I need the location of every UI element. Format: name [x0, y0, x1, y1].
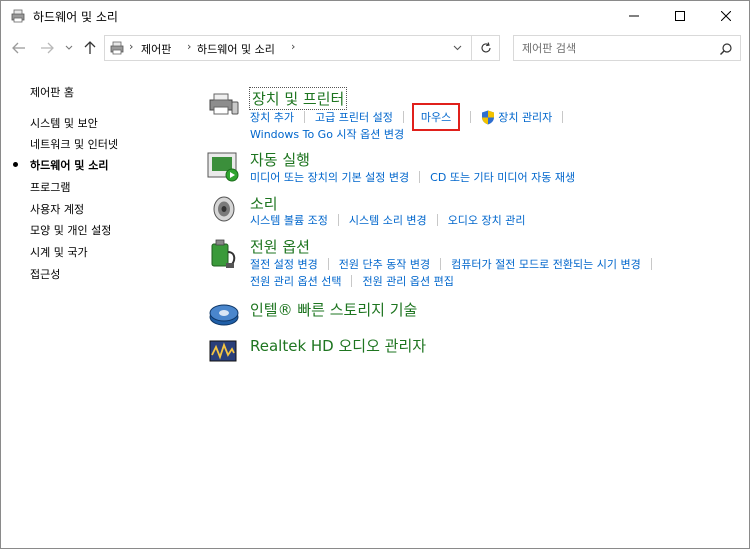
edit-power-plan-link[interactable]: 전원 관리 옵션 편집 — [362, 273, 453, 289]
intel-rst-title[interactable]: 인텔® 빠른 스토리지 기술 — [250, 299, 417, 320]
intel-storage-icon — [206, 297, 242, 333]
title-bar: 하드웨어 및 소리 — [1, 1, 749, 31]
breadcrumb-separator-icon: › — [129, 40, 134, 53]
power-links-row2: 전원 관리 옵션 선택 전원 관리 옵션 편집 — [250, 273, 454, 289]
choose-power-plan-link[interactable]: 전원 관리 옵션 선택 — [250, 273, 341, 289]
address-history-dropdown[interactable] — [445, 36, 469, 60]
breadcrumb-separator-icon: › — [187, 40, 192, 53]
breadcrumb-hardware-sound[interactable]: 하드웨어 및 소리 — [197, 41, 275, 57]
sound-title[interactable]: 소리 — [250, 193, 278, 214]
mouse-link[interactable]: 마우스 — [411, 103, 461, 131]
chevron-down-icon — [453, 45, 461, 51]
power-links: 절전 설정 변경 전원 단추 동작 변경 컴퓨터가 절전 모드로 전환되는 시기… — [250, 256, 662, 272]
search-icon[interactable] — [719, 41, 733, 55]
change-media-defaults-link[interactable]: 미디어 또는 장치의 기본 설정 변경 — [250, 169, 409, 185]
window-title: 하드웨어 및 소리 — [33, 10, 118, 24]
sidebar-item-appearance[interactable]: 모양 및 개인 설정 — [30, 222, 111, 238]
autoplay-title[interactable]: 자동 실행 — [250, 149, 310, 170]
up-button[interactable] — [82, 39, 98, 57]
advanced-printer-setup-link[interactable]: 고급 프린터 설정 — [315, 109, 393, 125]
close-icon — [721, 11, 731, 21]
search-box — [513, 35, 741, 61]
link-divider — [327, 258, 329, 270]
windows-to-go-link[interactable]: Windows To Go 시작 옵션 변경 — [250, 126, 404, 142]
autoplay-icon — [206, 149, 242, 185]
devices-links: 장치 추가 고급 프린터 설정 마우스 장치 관리자 — [250, 103, 573, 131]
manage-audio-devices-link[interactable]: 오디오 장치 관리 — [448, 212, 526, 228]
devices-printers-title[interactable]: 장치 및 프린터 — [248, 87, 348, 110]
hardware-sound-icon — [10, 8, 26, 24]
link-divider — [650, 258, 652, 270]
search-input[interactable] — [522, 40, 712, 56]
breadcrumb-control-panel[interactable]: 제어판 — [141, 41, 171, 57]
sidebar-item-hardware-sound[interactable]: 하드웨어 및 소리 — [30, 157, 109, 173]
breadcrumb-separator-icon: › — [291, 40, 296, 53]
up-arrow-icon — [84, 41, 96, 54]
sidebar-home-link[interactable]: 제어판 홈 — [30, 84, 74, 100]
current-item-bullet-icon — [13, 162, 18, 167]
link-divider — [402, 111, 404, 123]
refresh-icon — [481, 42, 491, 53]
autoplay-links: 미디어 또는 장치의 기본 설정 변경 CD 또는 기타 미디어 자동 재생 — [250, 169, 575, 185]
sidebar-item-clock-region[interactable]: 시계 및 국가 — [30, 244, 88, 260]
add-device-link[interactable]: 장치 추가 — [250, 109, 294, 125]
power-options-title[interactable]: 전원 옵션 — [250, 236, 310, 257]
link-divider — [436, 214, 438, 226]
sidebar-item-programs[interactable]: 프로그램 — [30, 179, 70, 195]
adjust-system-volume-link[interactable]: 시스템 볼륨 조정 — [250, 212, 328, 228]
change-system-sounds-link[interactable]: 시스템 소리 변경 — [349, 212, 427, 228]
link-divider — [351, 275, 353, 287]
control-panel-icon — [109, 40, 125, 56]
sidebar-item-ease-of-access[interactable]: 접근성 — [30, 266, 60, 282]
speaker-icon — [206, 193, 242, 229]
forward-arrow-icon — [41, 42, 54, 54]
devices-printers-icon — [206, 88, 242, 124]
change-sleep-timing-link[interactable]: 컴퓨터가 절전 모드로 전환되는 시기 변경 — [451, 256, 641, 272]
chevron-down-icon — [65, 45, 73, 50]
uac-shield-icon — [481, 110, 495, 125]
forward-button[interactable] — [39, 39, 55, 57]
maximize-icon — [675, 11, 685, 21]
address-bar[interactable]: › 제어판 › 하드웨어 및 소리 › — [104, 35, 500, 61]
minimize-icon — [629, 15, 639, 17]
link-divider — [303, 111, 305, 123]
device-manager-link[interactable]: 장치 관리자 — [498, 109, 552, 125]
back-arrow-icon — [12, 42, 25, 54]
power-options-icon — [206, 236, 242, 272]
minimize-button[interactable] — [611, 1, 657, 31]
link-divider — [470, 111, 472, 123]
refresh-button[interactable] — [471, 36, 500, 60]
link-divider — [337, 214, 339, 226]
link-divider — [440, 258, 442, 270]
change-power-buttons-link[interactable]: 전원 단추 동작 변경 — [339, 256, 430, 272]
change-sleep-settings-link[interactable]: 절전 설정 변경 — [250, 256, 318, 272]
maximize-button[interactable] — [657, 1, 703, 31]
link-divider — [419, 171, 421, 183]
realtek-title[interactable]: Realtek HD 오디오 관리자 — [250, 335, 426, 356]
back-button[interactable] — [11, 39, 27, 57]
sidebar-item-network[interactable]: 네트워크 및 인터넷 — [30, 136, 118, 152]
sidebar-item-system-security[interactable]: 시스템 및 보안 — [30, 115, 98, 131]
play-cds-automatically-link[interactable]: CD 또는 기타 미디어 자동 재생 — [430, 169, 575, 185]
sound-links: 시스템 볼륨 조정 시스템 소리 변경 오디오 장치 관리 — [250, 212, 526, 228]
recent-locations-button[interactable] — [64, 39, 74, 57]
sidebar-item-user-accounts[interactable]: 사용자 계정 — [30, 201, 84, 217]
navigation-bar: › 제어판 › 하드웨어 및 소리 › — [1, 31, 749, 67]
close-button[interactable] — [703, 1, 749, 31]
control-panel-window: 하드웨어 및 소리 › 제어판 › 하드웨어 및 소리 › 제어판 검색 제어판… — [0, 0, 750, 549]
realtek-audio-icon — [206, 335, 242, 371]
devices-links-row2: Windows To Go 시작 옵션 변경 — [250, 126, 404, 142]
link-divider — [562, 111, 564, 123]
